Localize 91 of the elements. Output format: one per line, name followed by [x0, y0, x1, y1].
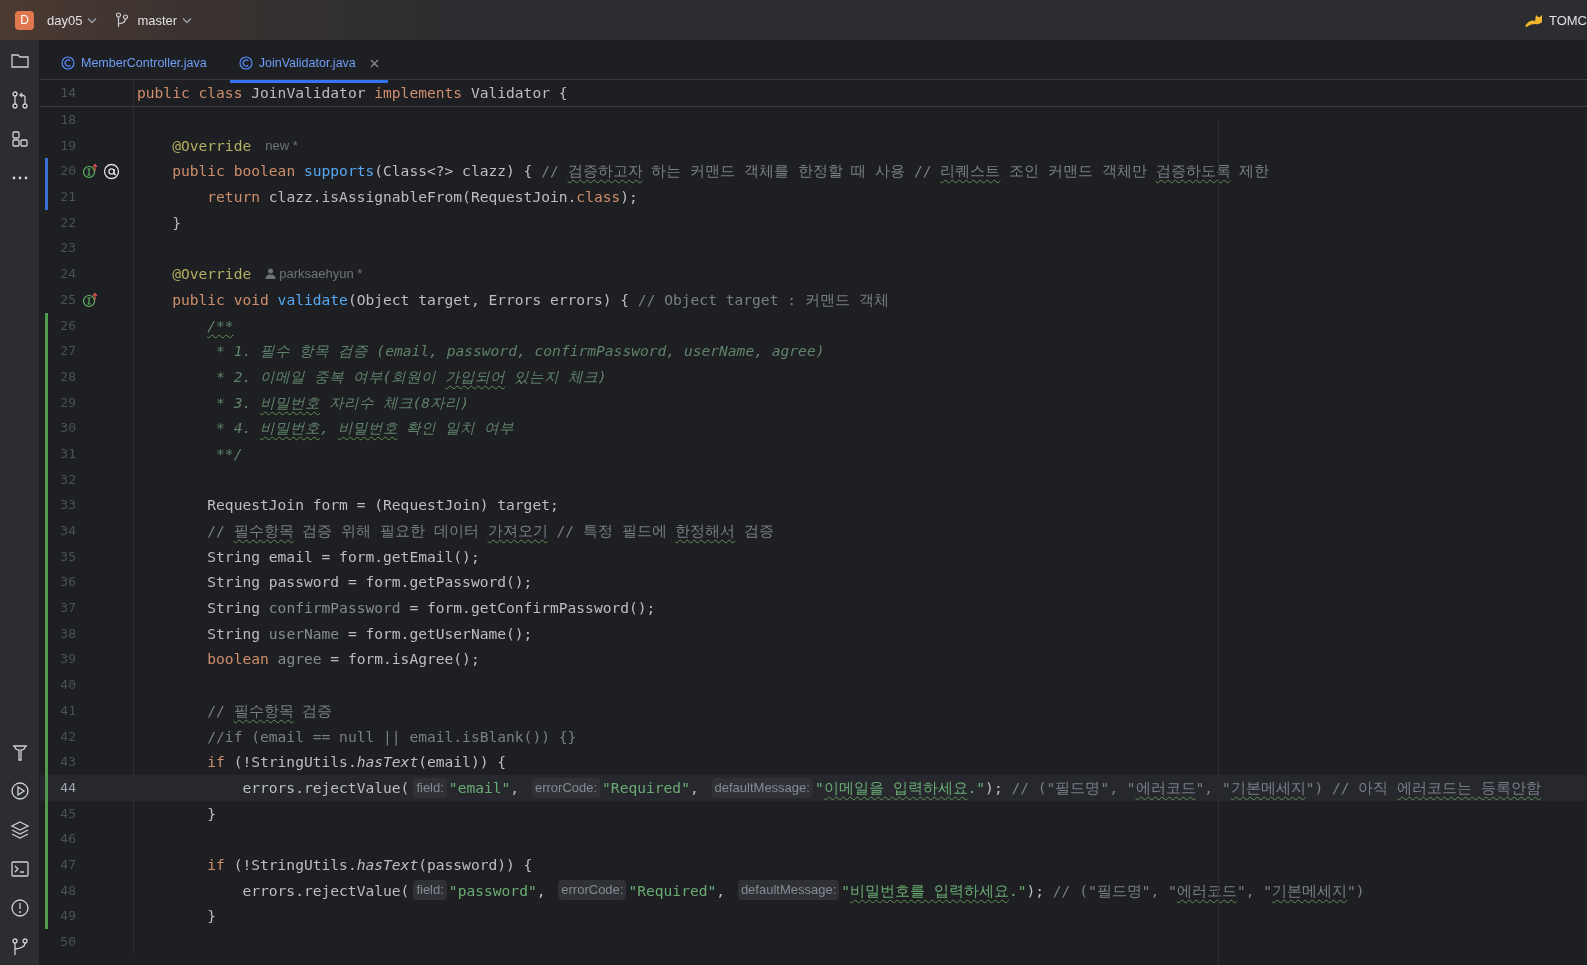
change-marker[interactable]	[45, 697, 48, 724]
code-text: "이메일을 입력하세요."); // ("필드명", "에러코드", "기본메세지") // 아직 에러코드는 등록안함	[814, 777, 1541, 798]
code-text: **/	[216, 443, 243, 464]
project-name[interactable]: day05	[47, 12, 83, 28]
parameter-hint: field:	[413, 880, 447, 901]
structure-icon[interactable]	[9, 129, 30, 149]
change-marker[interactable]	[45, 774, 48, 801]
change-marker[interactable]	[45, 672, 48, 698]
git-branch-icon[interactable]	[9, 937, 30, 957]
code-text: String email = form.getEmail();	[207, 546, 480, 567]
code-text: String userName = form.getUserName();	[207, 623, 533, 644]
folder-icon[interactable]	[9, 51, 30, 71]
change-marker[interactable]	[45, 415, 48, 441]
change-marker[interactable]	[45, 312, 48, 339]
layers-icon[interactable]	[9, 820, 30, 840]
change-marker[interactable]	[45, 646, 48, 673]
code-text: // 필수항목 검증 위해 필요한 데이터 가져오기 // 특정 필드에 한정해서 검증	[207, 521, 775, 541]
code-text: String confirmPassword = form.getConfirmPassword();	[207, 598, 656, 619]
code-text: * 2. 이메일 중복 여부(회원이 가입되어 있는지 체크)	[216, 366, 607, 387]
code-text: errors.rejectValue(	[242, 880, 410, 901]
branch-name[interactable]: master	[137, 12, 178, 28]
code-text: "Required",	[628, 880, 727, 901]
change-marker[interactable]	[45, 440, 48, 467]
change-marker[interactable]	[45, 184, 48, 210]
change-marker[interactable]	[45, 903, 48, 929]
branch-icon[interactable]	[115, 12, 130, 28]
parameter-hint: errorCode:	[531, 777, 601, 798]
implements-marker-icon[interactable]	[82, 163, 99, 180]
line-number: 44	[59, 778, 76, 797]
code-text: boolean agree = form.isAgree();	[207, 649, 480, 670]
class-icon	[238, 56, 253, 70]
author-hint: new *	[265, 136, 298, 155]
file-tab[interactable]: JoinValidator.java	[229, 43, 388, 83]
code-text: }	[172, 212, 181, 233]
change-marker[interactable]	[45, 389, 48, 416]
terminal-icon[interactable]	[9, 859, 30, 879]
author-hint: parksaehyun *	[279, 265, 363, 284]
code-text: "email",	[448, 777, 521, 798]
code-text: public class JoinValidator implements Validator {	[137, 83, 568, 103]
change-marker[interactable]	[45, 338, 48, 364]
parameter-hint: errorCode:	[558, 880, 627, 901]
code-text: String password = form.getPassword();	[207, 572, 533, 593]
parameter-hint: defaultMessage:	[737, 880, 840, 901]
change-marker[interactable]	[45, 543, 48, 570]
change-marker[interactable]	[45, 877, 48, 904]
code-text: //if (email == null || email.isBlank()) {}	[207, 726, 577, 748]
implements-marker-icon[interactable]	[82, 291, 99, 308]
code-text: public boolean supports(Class<?> clazz) { // 검증하고자 하는 커맨드 객체를 한정할 때 사용 // 리퀘스트 조인 커맨드 객체만 검증하도록 제한	[172, 161, 1270, 182]
change-marker[interactable]	[45, 620, 48, 647]
change-marker[interactable]	[45, 723, 48, 750]
file-tab[interactable]: MemberController.java	[52, 43, 216, 83]
change-marker[interactable]	[45, 158, 48, 185]
run-icon[interactable]	[9, 781, 30, 801]
class-icon	[61, 56, 75, 70]
change-marker[interactable]	[45, 518, 48, 544]
change-marker[interactable]	[45, 595, 48, 621]
code-text: if (!StringUtils.hasText(password)) {	[207, 854, 533, 875]
parameter-hint: field:	[413, 777, 447, 798]
code-text: * 3. 비밀번호 자리수 체크(8자리)	[216, 392, 469, 413]
code-text: if (!StringUtils.hasText(email)) {	[207, 752, 507, 773]
change-marker[interactable]	[45, 749, 48, 775]
code-text: * 4. 비밀번호, 비밀번호 확인 일치 여부	[216, 418, 514, 439]
change-marker[interactable]	[45, 800, 48, 827]
change-marker[interactable]	[45, 492, 48, 518]
code-text: public void validate(Object target, Errors errors) { // Object target : 커맨드 객체	[172, 289, 889, 310]
code-text: "password",	[448, 880, 547, 901]
run-configuration[interactable]: TOMC	[1548, 12, 1587, 28]
caret-icon[interactable]	[182, 16, 193, 24]
code-text: /**	[207, 315, 234, 336]
change-marker[interactable]	[45, 826, 48, 852]
change-marker[interactable]	[45, 363, 48, 390]
problems-icon[interactable]	[9, 898, 30, 918]
code-text: // 필수항목 검증	[207, 700, 333, 721]
code-text: }	[207, 803, 217, 824]
code-text: return clazz.isAssignableFrom(RequestJoin.class);	[207, 187, 638, 208]
code-text: errors.rejectValue(	[242, 777, 410, 798]
at-sign-icon[interactable]	[103, 162, 120, 180]
change-marker[interactable]	[45, 851, 48, 878]
code-text: @Override	[172, 135, 252, 156]
code-text: * 1. 필수 항목 검증 (email, password, confirmPassword, userName, agree)	[216, 341, 825, 362]
caret-icon[interactable]	[87, 16, 98, 24]
commit-icon[interactable]	[9, 90, 30, 110]
change-marker[interactable]	[45, 569, 48, 596]
parameter-hint: defaultMessage:	[711, 777, 813, 798]
change-marker[interactable]	[45, 466, 48, 493]
code-text: }	[207, 906, 217, 927]
code-text: @Override	[172, 264, 252, 285]
user-icon	[265, 268, 277, 280]
code-text: "Required",	[602, 777, 700, 798]
code-text: RequestJoin form = (RequestJoin) target;	[207, 495, 559, 516]
close-icon[interactable]	[369, 58, 379, 68]
